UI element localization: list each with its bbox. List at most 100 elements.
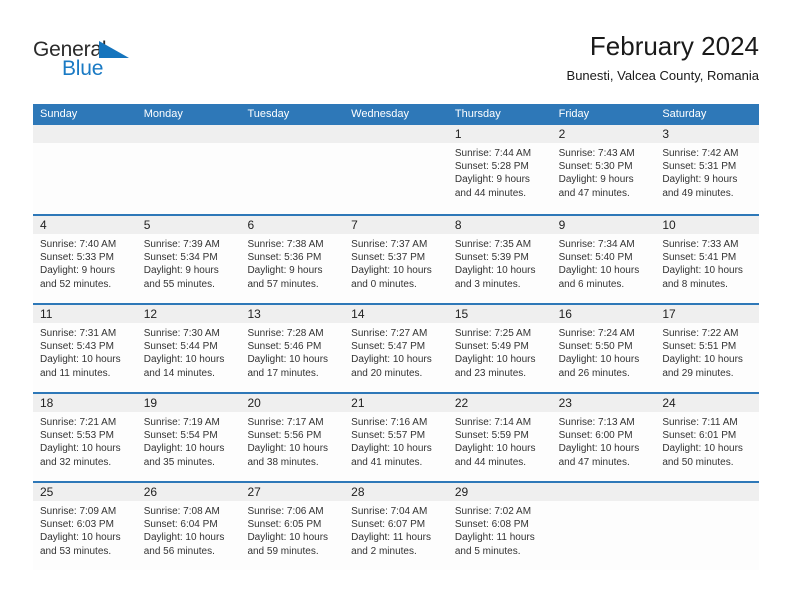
calendar-day-cell[interactable]: 5 Sunrise: 7:39 AM Sunset: 5:34 PM Daylight… bbox=[136, 216, 241, 303]
sunrise-text: Sunrise: 7:35 AM bbox=[454, 239, 532, 250]
weekday-header-wednesday: Wednesday bbox=[351, 108, 410, 120]
page-header: General Blue February 2024 Bunesti, Valc… bbox=[33, 30, 759, 98]
daylight-text-line1: Daylight: 10 hours bbox=[662, 443, 743, 455]
day-sun-info: Sunrise: 7:25 AM Sunset: 5:49 PM Daylight:… bbox=[448, 323, 552, 380]
day-number-band: 16 bbox=[551, 305, 656, 323]
daylight-text-line1: Daylight: 10 hours bbox=[143, 354, 225, 366]
calendar-day-cell[interactable]: 2 Sunrise: 7:43 AM Sunset: 5:30 PM Daylight… bbox=[551, 125, 656, 214]
calendar-day-cell[interactable]: 7 Sunrise: 7:37 AM Sunset: 5:37 PM Daylight… bbox=[344, 216, 448, 303]
calendar-day-cell[interactable]: 27 Sunrise: 7:06 AM Sunset: 6:05 PM Dayligh… bbox=[240, 483, 345, 570]
day-sun-info: Sunrise: 7:13 AM Sunset: 6:00 PM Daylight:… bbox=[552, 412, 656, 469]
day-number-band: 26 bbox=[136, 483, 241, 501]
calendar-day-cell[interactable]: 26 Sunrise: 7:08 AM Sunset: 6:04 PM Dayligh… bbox=[136, 483, 241, 570]
calendar-day-cell[interactable]: 19 Sunrise: 7:19 AM Sunset: 5:54 PM Dayligh… bbox=[136, 394, 241, 481]
sunset-text: Sunset: 5:31 PM bbox=[662, 161, 737, 173]
calendar-day-cell[interactable]: 17 Sunrise: 7:22 AM Sunset: 5:51 PM Dayligh… bbox=[655, 305, 760, 392]
day-number: 6 bbox=[247, 218, 255, 232]
calendar-day-cell[interactable]: 28 Sunrise: 7:04 AM Sunset: 6:07 PM Dayligh… bbox=[344, 483, 448, 570]
day-number-band: 22 bbox=[447, 394, 552, 412]
day-number-band: 8 bbox=[447, 216, 552, 234]
day-sun-info: Sunrise: 7:35 AM Sunset: 5:39 PM Daylight:… bbox=[448, 234, 552, 291]
sunset-text: Sunset: 5:44 PM bbox=[143, 341, 218, 353]
day-number-band: 23 bbox=[551, 394, 656, 412]
day-number: 17 bbox=[662, 307, 676, 321]
calendar-day-cell-empty bbox=[240, 125, 345, 214]
calendar-day-cell[interactable]: 16 Sunrise: 7:24 AM Sunset: 5:50 PM Dayligh… bbox=[551, 305, 656, 392]
calendar-day-cell[interactable]: 3 Sunrise: 7:42 AM Sunset: 5:31 PM Daylight… bbox=[655, 125, 760, 214]
day-sun-info: Sunrise: 7:37 AM Sunset: 5:37 PM Daylight:… bbox=[344, 234, 448, 291]
daylight-text-line2: and 26 minutes. bbox=[558, 367, 630, 379]
daylight-text-line2: and 49 minutes. bbox=[662, 187, 734, 199]
calendar-day-cell[interactable]: 20 Sunrise: 7:17 AM Sunset: 5:56 PM Dayligh… bbox=[240, 394, 345, 481]
calendar-day-cell[interactable]: 25 Sunrise: 7:09 AM Sunset: 6:03 PM Dayligh… bbox=[33, 483, 137, 570]
day-number-band: 10 bbox=[655, 216, 760, 234]
calendar-day-cell[interactable]: 13 Sunrise: 7:28 AM Sunset: 5:46 PM Dayligh… bbox=[240, 305, 345, 392]
daylight-text-line2: and 14 minutes. bbox=[143, 367, 215, 379]
daylight-text-line1: Daylight: 10 hours bbox=[558, 354, 640, 366]
daylight-text-line2: and 0 minutes. bbox=[351, 278, 417, 290]
daylight-text-line1: Daylight: 9 hours bbox=[454, 174, 530, 186]
calendar-day-cell[interactable]: 9 Sunrise: 7:34 AM Sunset: 5:40 PM Daylight… bbox=[551, 216, 656, 303]
day-number: 11 bbox=[40, 307, 53, 321]
day-number-band: 2 bbox=[551, 125, 656, 143]
day-sun-info: Sunrise: 7:02 AM Sunset: 6:08 PM Daylight:… bbox=[448, 501, 552, 558]
calendar-day-cell[interactable]: 18 Sunrise: 7:21 AM Sunset: 5:53 PM Dayligh… bbox=[33, 394, 137, 481]
calendar-day-cell[interactable]: 11 Sunrise: 7:31 AM Sunset: 5:43 PM Dayligh… bbox=[33, 305, 137, 392]
daylight-text-line1: Daylight: 10 hours bbox=[40, 532, 121, 544]
weekday-header-thursday: Thursday bbox=[454, 108, 501, 120]
calendar-day-cell[interactable]: 23 Sunrise: 7:13 AM Sunset: 6:00 PM Dayligh… bbox=[551, 394, 656, 481]
day-sun-info: Sunrise: 7:31 AM Sunset: 5:43 PM Daylight:… bbox=[33, 323, 137, 380]
calendar-day-cell[interactable]: 24 Sunrise: 7:11 AM Sunset: 6:01 PM Dayligh… bbox=[655, 394, 760, 481]
daylight-text-line2: and 32 minutes. bbox=[40, 456, 112, 468]
sunset-text: Sunset: 6:04 PM bbox=[143, 519, 218, 531]
sunset-text: Sunset: 5:43 PM bbox=[40, 341, 114, 353]
calendar-day-cell[interactable]: 10 Sunrise: 7:33 AM Sunset: 5:41 PM Dayligh… bbox=[655, 216, 760, 303]
sunset-text: Sunset: 5:46 PM bbox=[247, 341, 322, 353]
calendar-week-row: 25 Sunrise: 7:09 AM Sunset: 6:03 PM Dayligh… bbox=[33, 481, 760, 570]
sunrise-text: Sunrise: 7:43 AM bbox=[558, 148, 635, 159]
sunrise-text: Sunrise: 7:24 AM bbox=[558, 328, 635, 339]
calendar-day-cell[interactable]: 4 Sunrise: 7:40 AM Sunset: 5:33 PM Daylight… bbox=[33, 216, 137, 303]
day-sun-info: Sunrise: 7:42 AM Sunset: 5:31 PM Daylight:… bbox=[655, 143, 759, 200]
sunset-text: Sunset: 6:03 PM bbox=[40, 519, 114, 531]
sunset-text: Sunset: 5:37 PM bbox=[351, 252, 426, 264]
calendar-day-cell[interactable]: 1 Sunrise: 7:44 AM Sunset: 5:28 PM Daylight… bbox=[447, 125, 552, 214]
sunset-text: Sunset: 5:47 PM bbox=[351, 341, 426, 353]
daylight-text-line1: Daylight: 9 hours bbox=[40, 265, 116, 277]
calendar-day-cell[interactable]: 6 Sunrise: 7:38 AM Sunset: 5:36 PM Daylight… bbox=[240, 216, 345, 303]
day-number-band: 18 bbox=[33, 394, 137, 412]
sunrise-text: Sunrise: 7:21 AM bbox=[40, 417, 117, 428]
calendar-day-cell[interactable]: 29 Sunrise: 7:02 AM Sunset: 6:08 PM Dayligh… bbox=[447, 483, 552, 570]
daylight-text-line1: Daylight: 10 hours bbox=[143, 532, 225, 544]
day-number: 24 bbox=[662, 396, 676, 410]
calendar-day-cell[interactable]: 8 Sunrise: 7:35 AM Sunset: 5:39 PM Daylight… bbox=[447, 216, 552, 303]
sunrise-text: Sunrise: 7:30 AM bbox=[143, 328, 220, 339]
day-number: 29 bbox=[454, 485, 469, 499]
sunset-text: Sunset: 6:01 PM bbox=[662, 430, 737, 442]
day-number: 4 bbox=[40, 218, 47, 232]
day-sun-info: Sunrise: 7:09 AM Sunset: 6:03 PM Daylight:… bbox=[33, 501, 137, 558]
general-blue-logo[interactable]: General Blue bbox=[33, 38, 213, 86]
sunrise-text: Sunrise: 7:16 AM bbox=[351, 417, 428, 428]
day-number: 7 bbox=[351, 218, 358, 232]
daylight-text-line1: Daylight: 10 hours bbox=[454, 265, 536, 277]
sunrise-text: Sunrise: 7:27 AM bbox=[351, 328, 428, 339]
weekday-header-monday: Monday bbox=[143, 108, 183, 120]
day-number: 14 bbox=[351, 307, 365, 321]
daylight-text-line1: Daylight: 10 hours bbox=[454, 443, 536, 455]
day-number: 28 bbox=[351, 485, 365, 499]
calendar-day-cell[interactable]: 15 Sunrise: 7:25 AM Sunset: 5:49 PM Dayligh… bbox=[447, 305, 552, 392]
calendar-day-cell[interactable]: 21 Sunrise: 7:16 AM Sunset: 5:57 PM Dayligh… bbox=[344, 394, 448, 481]
sunrise-text: Sunrise: 7:28 AM bbox=[247, 328, 324, 339]
sunrise-text: Sunrise: 7:19 AM bbox=[143, 417, 220, 428]
sunset-text: Sunset: 5:30 PM bbox=[558, 161, 633, 173]
calendar-day-cell[interactable]: 14 Sunrise: 7:27 AM Sunset: 5:47 PM Dayligh… bbox=[344, 305, 448, 392]
day-sun-info: Sunrise: 7:22 AM Sunset: 5:51 PM Daylight:… bbox=[655, 323, 759, 380]
sunrise-text: Sunrise: 7:38 AM bbox=[247, 239, 324, 250]
day-number-band: 20 bbox=[240, 394, 345, 412]
daylight-text-line2: and 5 minutes. bbox=[454, 545, 521, 557]
calendar-day-cell[interactable]: 22 Sunrise: 7:14 AM Sunset: 5:59 PM Dayligh… bbox=[447, 394, 552, 481]
day-number-band: 9 bbox=[551, 216, 656, 234]
calendar-day-cell[interactable]: 12 Sunrise: 7:30 AM Sunset: 5:44 PM Dayligh… bbox=[136, 305, 241, 392]
sunrise-text: Sunrise: 7:08 AM bbox=[143, 506, 220, 517]
